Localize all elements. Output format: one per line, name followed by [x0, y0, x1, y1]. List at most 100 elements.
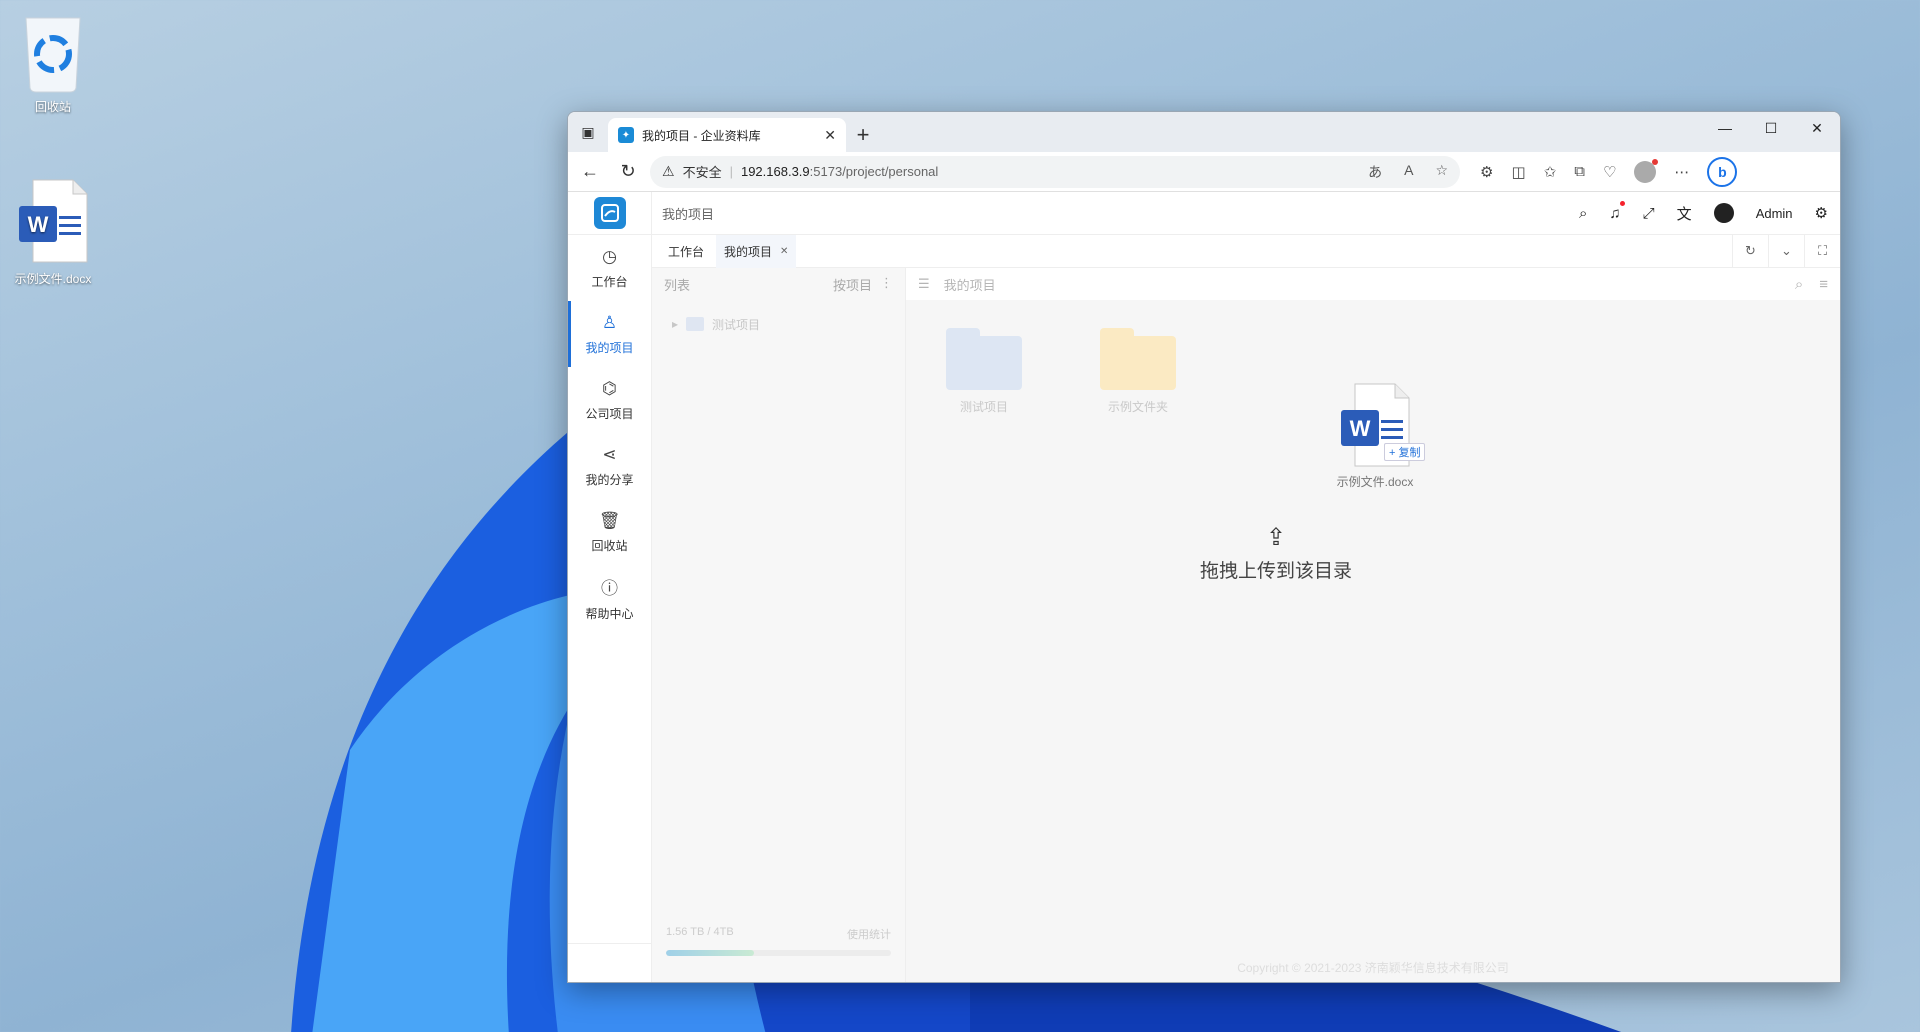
tab-actions-icon[interactable]: ▣ — [568, 112, 608, 152]
recycle-bin-icon — [18, 8, 88, 94]
close-tab-icon[interactable]: ✕ — [780, 246, 788, 257]
close-tab-icon[interactable]: ✕ — [824, 127, 836, 144]
sidebar-item-recycle-bin[interactable]: 🗑 回收站 — [568, 499, 651, 565]
tree-item-label: 测试项目 — [712, 317, 761, 332]
search-files-icon[interactable]: ⌕ — [1795, 276, 1803, 293]
browser-tab-active[interactable]: ✦ 我的项目 - 企业资料库 ✕ — [608, 118, 846, 152]
web-app: 我的项目 ⌕ ♫ ⤢ 文 Admin ⚙ ◷ 工作台 ♙ 我的项目 ⌬ 公司项目… — [568, 191, 1840, 982]
sort-by-project-button[interactable]: 按项目 — [833, 275, 872, 294]
favorites-icon[interactable]: ✩ — [1544, 163, 1557, 181]
file-browser-panel: ☰ 我的项目 ⌕ ≡ 测试项目 示例文件夹 W + 复制 示例文件.docx ⇪… — [906, 268, 1840, 982]
sidebar-item-label: 我的项目 — [585, 340, 634, 355]
tab-label: 我的项目 — [724, 244, 773, 259]
share-icon: ⋖ — [602, 444, 617, 464]
project-list-panel: 列表 按项目 ⋮ ▸ 测试项目 1.56 TB / 4TB 使用统计 — [652, 268, 906, 982]
collections-icon[interactable]: ⧉ — [1574, 163, 1585, 180]
collapse-list-icon[interactable]: ☰ — [918, 276, 930, 292]
search-icon[interactable]: ⌕ — [1579, 205, 1587, 222]
user-name[interactable]: Admin — [1756, 206, 1793, 221]
language-icon[interactable]: 文 — [1677, 203, 1692, 224]
sidebar-item-my-projects[interactable]: ♙ 我的项目 — [568, 301, 651, 367]
dragging-docx-file[interactable]: W + 复制 示例文件.docx — [1320, 380, 1430, 490]
desktop-recycle-bin[interactable]: 回收站 — [8, 8, 98, 115]
url-host: 192.168.3.9 — [740, 164, 810, 179]
help-icon: ⓘ — [601, 579, 618, 598]
file-item[interactable]: 示例文件夹 — [1100, 328, 1176, 415]
sidebar-item-workbench[interactable]: ◷ 工作台 — [568, 235, 651, 301]
url-separator: | — [729, 164, 733, 179]
chevron-down-icon[interactable]: ⌄ — [1768, 234, 1804, 268]
url-field[interactable]: ⚠ 不安全 | 192.168.3.9:5173/project/persona… — [650, 155, 1460, 188]
sidebar-item-label: 帮助中心 — [585, 607, 634, 621]
refresh-tab-icon[interactable]: ↻ — [1732, 234, 1768, 268]
storage-progress-fill — [666, 950, 754, 956]
close-window-icon[interactable]: ✕ — [1794, 112, 1840, 144]
sidebar-item-label: 工作台 — [591, 274, 628, 289]
dragging-file-label: 示例文件.docx — [1336, 475, 1414, 489]
security-label: 不安全 — [682, 165, 722, 180]
read-aloud-icon[interactable]: A — [1404, 162, 1413, 182]
new-tab-icon[interactable]: + — [846, 118, 880, 152]
sidebar-item-label: 回收站 — [591, 538, 628, 553]
sidebar-item-label: 我的分享 — [585, 472, 634, 487]
drop-hint-text: 拖拽上传到该目录 — [1199, 561, 1352, 582]
favorite-star-icon[interactable]: ☆ — [1435, 162, 1448, 182]
svg-text:W: W — [1350, 416, 1371, 441]
storage-progress-bar — [666, 950, 891, 956]
sidebar-item-help-center[interactable]: ⓘ 帮助中心 — [568, 565, 651, 631]
list-title: 列表 — [664, 277, 691, 293]
tree-item[interactable]: ▸ 测试项目 — [652, 308, 905, 340]
storage-usage: 1.56 TB / 4TB 使用统计 — [666, 926, 891, 956]
folder-icon — [1100, 328, 1176, 390]
profile-avatar-icon[interactable] — [1634, 158, 1659, 183]
desktop-docx-label: 示例文件.docx — [14, 272, 92, 286]
folder-icon — [686, 317, 705, 331]
caret-right-icon[interactable]: ▸ — [672, 317, 678, 331]
copy-drop-badge: + 复制 — [1384, 443, 1426, 461]
extensions-icon[interactable]: ⚙ — [1480, 163, 1493, 181]
copilot-icon[interactable]: b — [1707, 156, 1738, 187]
upload-icon: ⇪ — [1265, 524, 1287, 551]
browser-essentials-icon[interactable]: ♡ — [1603, 163, 1616, 181]
sidebar-divider — [568, 943, 651, 944]
app-logo-icon[interactable] — [593, 197, 626, 229]
maximize-content-icon[interactable]: ⛶ — [1804, 234, 1840, 268]
desktop-docx-file[interactable]: W 示例文件.docx — [8, 176, 98, 287]
app-header: 我的项目 ⌕ ♫ ⤢ 文 Admin ⚙ — [568, 191, 1840, 235]
desktop-recycle-bin-label: 回收站 — [34, 100, 71, 114]
browser-tab-title: 我的项目 - 企业资料库 — [642, 128, 761, 143]
tab-label: 工作台 — [668, 244, 705, 259]
site-favicon-icon: ✦ — [618, 127, 634, 143]
sidebar-item-my-shares[interactable]: ⋖ 我的分享 — [568, 433, 651, 499]
maximize-icon[interactable]: ☐ — [1748, 112, 1794, 144]
more-vertical-icon[interactable]: ⋮ — [880, 275, 893, 294]
sidebar-item-company-projects[interactable]: ⌬ 公司项目 — [568, 367, 651, 433]
usage-stats-link[interactable]: 使用统计 — [847, 926, 891, 942]
storage-text: 1.56 TB / 4TB — [666, 926, 734, 938]
more-menu-icon[interactable]: ⋯ — [1674, 163, 1689, 181]
notification-bell-icon[interactable]: ♫ — [1609, 200, 1626, 222]
tab-my-projects[interactable]: 我的项目 ✕ — [716, 234, 797, 268]
file-grid: 测试项目 示例文件夹 — [946, 328, 1176, 415]
minimize-icon[interactable]: — — [1702, 112, 1748, 144]
view-menu-icon[interactable]: ≡ — [1819, 276, 1828, 293]
user-avatar[interactable] — [1713, 203, 1734, 223]
drop-upload-hint: ⇪ 拖拽上传到该目录 — [1126, 523, 1426, 583]
trash-icon: 🗑 — [598, 510, 621, 530]
fullscreen-icon[interactable]: ⤢ — [1643, 205, 1655, 222]
split-screen-icon[interactable]: ◫ — [1511, 163, 1525, 181]
browser-tab-bar: ▣ ✦ 我的项目 - 企业资料库 ✕ + — ☐ ✕ — [568, 112, 1840, 152]
back-icon[interactable]: ← — [574, 156, 606, 188]
translate-page-icon[interactable]: あ — [1368, 162, 1382, 182]
tab-workbench[interactable]: 工作台 — [660, 235, 712, 268]
file-item-label: 测试项目 — [959, 400, 1008, 414]
file-item[interactable]: 测试项目 — [946, 328, 1022, 415]
page-tabs: 工作台 我的项目 ✕ ↻ ⌄ ⛶ — [652, 234, 1840, 268]
breadcrumb: 我的项目 — [662, 206, 715, 222]
warning-icon: ⚠ — [662, 163, 675, 179]
settings-gear-icon[interactable]: ⚙ — [1815, 204, 1828, 222]
sidebar-item-label: 公司项目 — [585, 406, 634, 421]
dashboard-icon: ◷ — [602, 246, 617, 266]
refresh-icon[interactable]: ↻ — [612, 156, 644, 188]
org-icon: ⌬ — [602, 378, 617, 398]
